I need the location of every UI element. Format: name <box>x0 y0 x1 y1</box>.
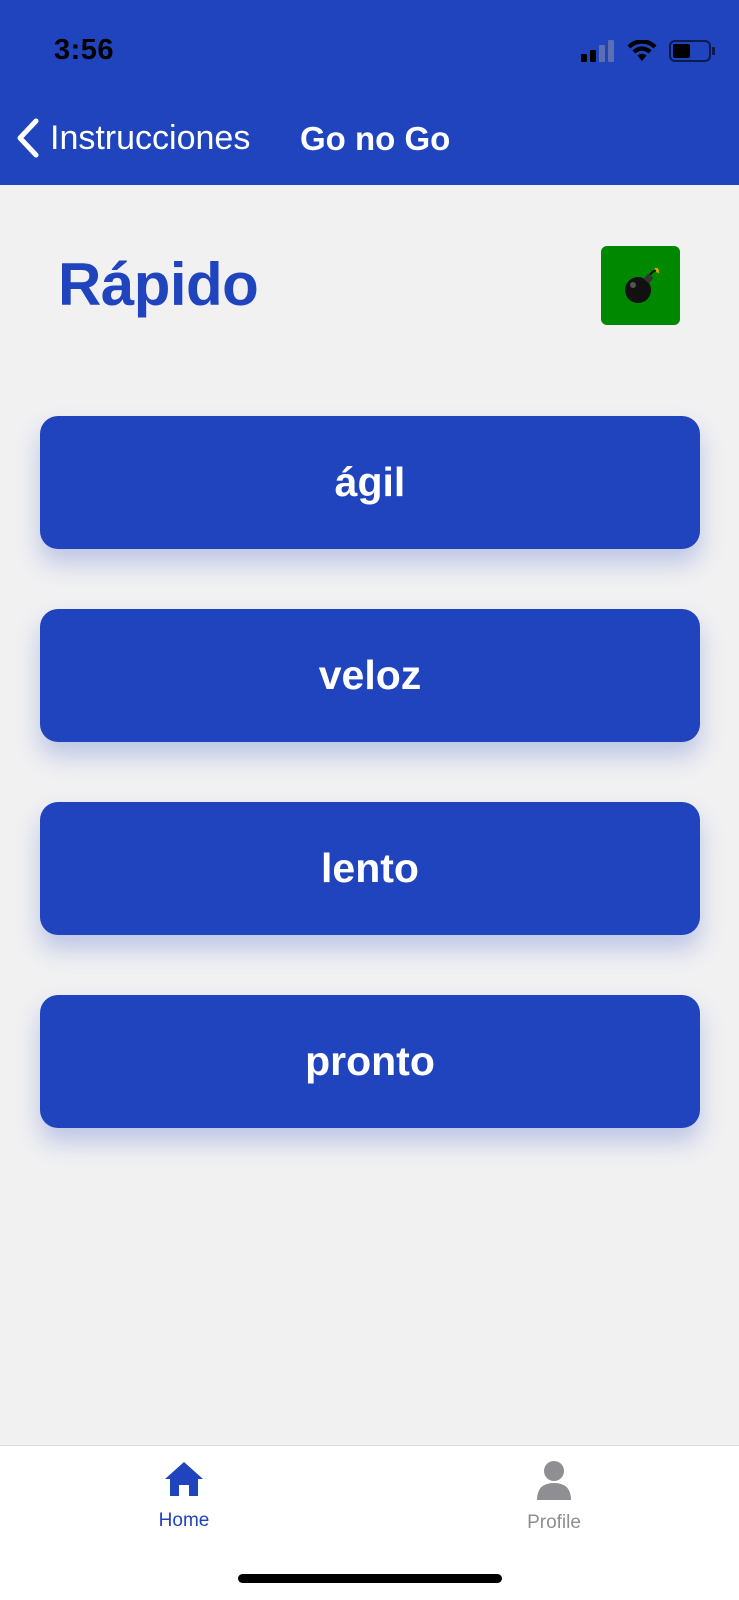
prompt-word: Rápido <box>58 251 259 318</box>
back-button[interactable]: Instrucciones <box>16 118 250 158</box>
home-indicator <box>238 1574 502 1583</box>
home-icon <box>165 1462 203 1496</box>
bomb-button[interactable] <box>601 246 680 325</box>
status-time: 3:56 <box>54 34 115 66</box>
cellular-signal-icon <box>581 40 614 62</box>
nav-title: Go no Go <box>300 120 451 157</box>
tab-profile[interactable]: Profile <box>494 1460 614 1534</box>
tab-home-label: Home <box>158 1510 210 1531</box>
option-button[interactable]: pronto <box>40 995 700 1128</box>
option-button[interactable]: ágil <box>40 416 700 549</box>
bomb-icon <box>624 267 660 303</box>
answer-options: ágil veloz lento pronto <box>40 416 700 1188</box>
option-button[interactable]: veloz <box>40 609 700 742</box>
tab-profile-label: Profile <box>527 1512 581 1533</box>
battery-icon <box>669 40 715 62</box>
option-button[interactable]: lento <box>40 802 700 935</box>
back-button-label: Instrucciones <box>50 118 251 157</box>
app-header: 3:56 Instrucciones Go no Go <box>0 0 739 185</box>
wifi-icon <box>627 40 657 61</box>
person-icon <box>537 1461 571 1500</box>
tab-home[interactable]: Home <box>124 1460 244 1532</box>
chevron-left-icon <box>17 118 39 158</box>
status-icons <box>581 40 715 62</box>
